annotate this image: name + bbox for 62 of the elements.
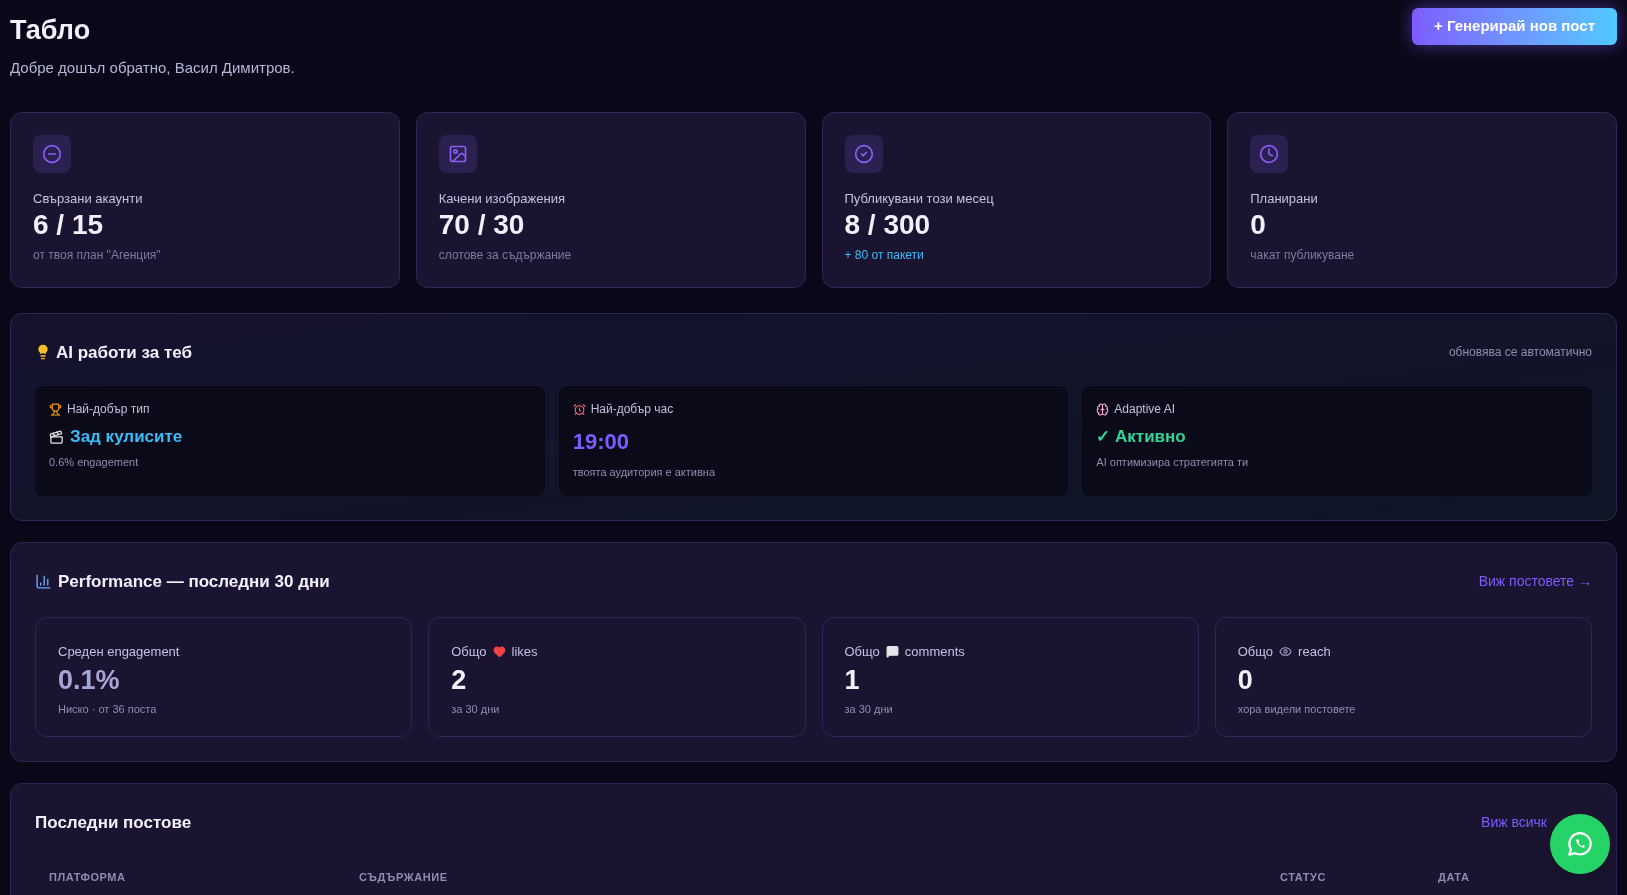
performance-title: Performance — последни 30 дни [58, 571, 330, 593]
metric-label: reach [1298, 642, 1331, 661]
column-header: СЪДЪРЖАНИЕ [359, 870, 449, 885]
metric-note: за 30 дни [844, 702, 894, 717]
generate-post-button[interactable]: + Генерирай нов пост [1412, 8, 1617, 45]
image-icon [438, 134, 477, 173]
circle-minus-icon [33, 134, 71, 173]
recent-posts-title: Последни постове [35, 811, 192, 834]
stat-note: от твоя план "Агенция" [33, 247, 162, 264]
metric-value: 0 [1237, 664, 1254, 697]
metric-label: likes [511, 642, 538, 661]
metric-value: 2 [451, 664, 468, 697]
column-header: СТАТУС [1280, 870, 1327, 885]
metric-label: Среден engagement [58, 642, 181, 661]
stat-value: 70 / 30 [438, 208, 526, 242]
stat-note: чакат публикуване [1250, 247, 1356, 264]
insight-value: Зад кулисите [70, 426, 183, 448]
metric-label: Общо [844, 642, 880, 661]
clapperboard-icon [49, 429, 64, 445]
stat-value: 6 / 15 [33, 208, 105, 242]
insight-label: Най-добър тип [67, 401, 150, 418]
column-header: ПЛАТФОРМА [49, 870, 127, 885]
page-title: Табло [10, 14, 92, 47]
column-header: ДАТА [1438, 870, 1471, 885]
insight-label: Adaptive AI [1114, 401, 1176, 418]
insight-note: AI оптимизира стратегията ти [1096, 455, 1250, 470]
stat-label: Публикувани този месец [844, 189, 995, 208]
clock-icon [1250, 134, 1289, 173]
trophy-icon [49, 402, 62, 416]
chat-bubble-icon [1565, 829, 1595, 859]
insight-value: ✓ Активно [1096, 426, 1186, 448]
bar-chart-icon [35, 573, 52, 591]
stat-value: 0 [1250, 208, 1267, 242]
auto-update-hint: обновява се автоматично [1448, 344, 1592, 362]
brain-icon [1096, 402, 1110, 416]
insight-label: Най-добър час [590, 401, 674, 418]
view-all-link[interactable]: Виж всичк [1481, 811, 1547, 833]
metric-note: Ниско · от 36 поста [58, 702, 158, 717]
insight-note: 0.6% engagement [49, 455, 140, 470]
metric-value: 1 [844, 664, 861, 697]
alarm-clock-icon [572, 402, 586, 416]
stat-note: слотове за съдържание [438, 247, 573, 264]
ai-title: AI работи за теб [56, 341, 192, 364]
lightbulb-icon [35, 344, 51, 361]
metric-value: 0.1% [58, 664, 121, 697]
stat-note: + 80 от пакети [844, 247, 925, 264]
metric-label: Общо [451, 642, 487, 661]
speech-bubble-icon [885, 644, 899, 658]
eye-icon [1279, 644, 1293, 658]
metric-label: comments [904, 642, 965, 661]
insight-note: твоята аудитория е активна [572, 465, 717, 480]
stat-label: Планирани [1250, 189, 1319, 208]
metric-note: хора видели постовете [1237, 702, 1357, 717]
heart-icon [492, 644, 506, 658]
metric-note: за 30 дни [451, 702, 501, 717]
stat-label: Свързани акаунти [33, 189, 144, 208]
stat-label: Качени изображения [438, 189, 566, 208]
welcome-text: Добре дошъл обратно, Васил Димитров. [10, 58, 295, 78]
metric-label: Общо [1237, 642, 1274, 661]
insight-value: 19:00 [572, 428, 629, 456]
view-posts-link[interactable]: Виж постовете → [1478, 571, 1592, 593]
stat-value: 8 / 300 [844, 208, 932, 242]
